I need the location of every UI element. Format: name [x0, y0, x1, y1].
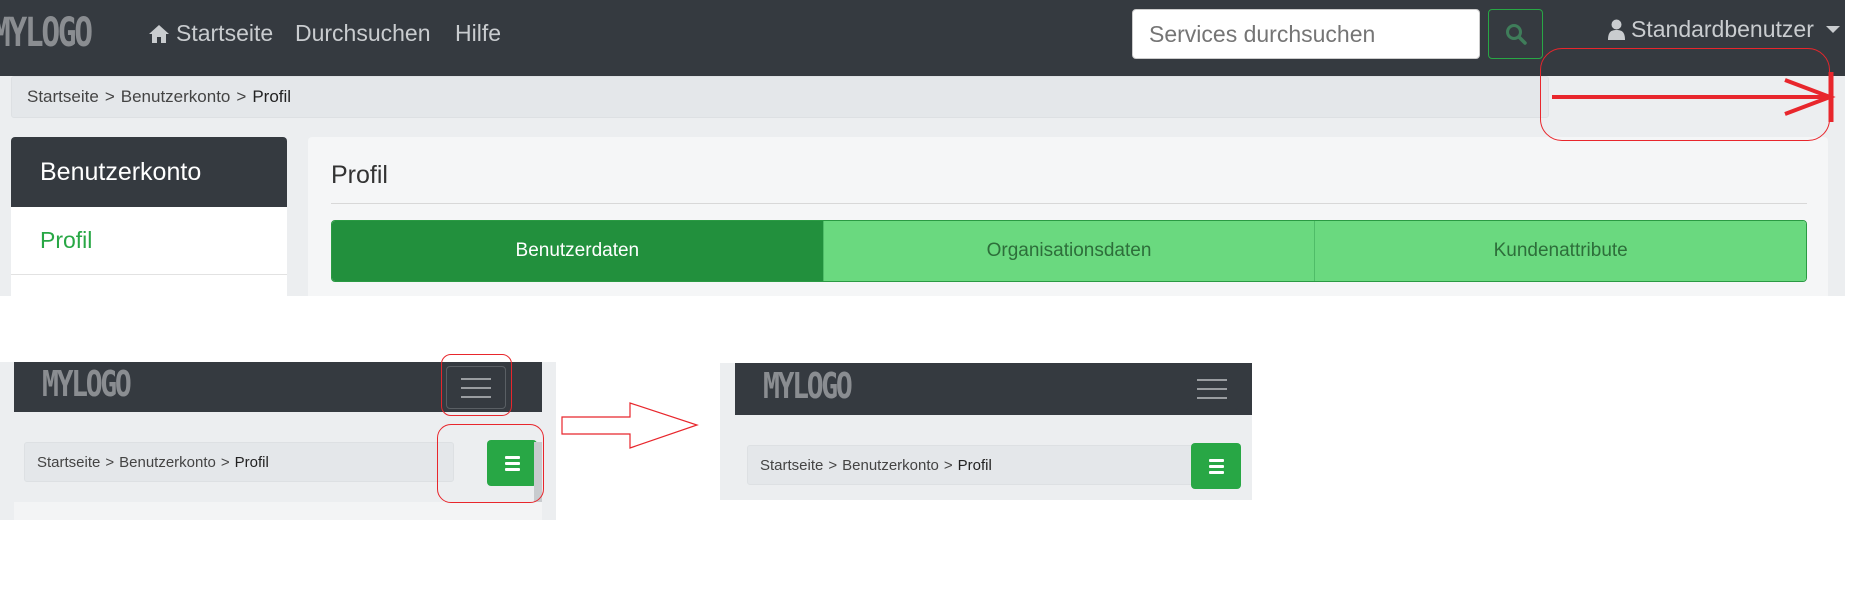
arrow-right-icon: [1552, 72, 1836, 122]
page-title: Profil: [331, 161, 388, 189]
profile-panel: Profil Benutzerdaten Organisationsdaten …: [308, 137, 1828, 296]
sidebar-toggle-button[interactable]: [1191, 443, 1241, 489]
nav-link-home[interactable]: Startseite: [148, 20, 273, 47]
tab-organisationsdaten[interactable]: Organisationsdaten: [822, 221, 1315, 281]
arrow-right-icon: [561, 402, 699, 449]
profile-tabs: Benutzerdaten Organisationsdaten Kundena…: [331, 220, 1807, 282]
sidebar-item-profil[interactable]: Profil: [11, 207, 287, 275]
breadcrumb-current: Profil: [957, 456, 992, 474]
breadcrumb-current: Profil: [234, 453, 269, 471]
breadcrumb-separator: >: [828, 456, 838, 474]
search-button[interactable]: [1488, 9, 1543, 59]
logo: MYLOGO: [42, 364, 132, 405]
title-divider: [331, 203, 1807, 204]
breadcrumb-account[interactable]: Benutzerkonto: [121, 87, 231, 107]
nav-link-home-label: Startseite: [176, 20, 274, 46]
search-input[interactable]: [1132, 9, 1480, 59]
breadcrumb-current: Profil: [252, 87, 292, 106]
user-menu[interactable]: Standardbenutzer: [1608, 14, 1840, 44]
breadcrumb: Startseite > Benutzerkonto > Profil: [24, 442, 454, 482]
breadcrumb-separator: >: [104, 87, 115, 106]
menu-icon: [1208, 458, 1224, 462]
menu-icon: [1197, 378, 1227, 381]
annotation-circle-green-button: [437, 424, 544, 503]
tab-kundenattribute[interactable]: Kundenattribute: [1314, 221, 1806, 281]
user-icon: [1608, 19, 1625, 40]
nav-link-help[interactable]: Hilfe: [455, 20, 501, 47]
sidebar: Benutzerkonto Profil: [11, 137, 287, 296]
user-menu-label: Standardbenutzer: [1631, 15, 1814, 42]
breadcrumb-account[interactable]: Benutzerkonto: [842, 457, 939, 474]
breadcrumb-separator: >: [105, 453, 115, 471]
home-icon: [149, 24, 169, 43]
logo: MYLOGO: [0, 10, 93, 56]
navbar-toggle-button[interactable]: [1185, 367, 1239, 410]
desktop-screenshot: MYLOGO Startseite Durchsuchen Hilfe Stan…: [0, 0, 1845, 296]
nav-link-browse[interactable]: Durchsuchen: [295, 20, 431, 47]
breadcrumb: Startseite > Benutzerkonto > Profil: [11, 76, 1549, 118]
mobile-screenshot-after: MYLOGO Startseite > Benutzerkonto > Prof…: [720, 363, 1252, 500]
annotation-circle-burger: [441, 354, 512, 416]
breadcrumb-home[interactable]: Startseite: [27, 87, 99, 107]
breadcrumb-separator: >: [943, 456, 953, 474]
chevron-down-icon: [1825, 25, 1840, 33]
breadcrumb-home[interactable]: Startseite: [37, 454, 100, 471]
logo: MYLOGO: [763, 366, 853, 407]
sidebar-title: Benutzerkonto: [11, 137, 287, 207]
breadcrumb-home[interactable]: Startseite: [760, 457, 823, 474]
breadcrumb-account[interactable]: Benutzerkonto: [119, 454, 216, 471]
breadcrumb-separator: >: [220, 453, 230, 471]
tab-benutzerdaten[interactable]: Benutzerdaten: [332, 221, 823, 281]
breadcrumb-separator: >: [236, 87, 247, 106]
breadcrumb: Startseite > Benutzerkonto > Profil: [747, 445, 1203, 485]
content-area: [14, 502, 542, 520]
mobile-navbar: MYLOGO: [735, 363, 1252, 415]
search-icon: [1505, 24, 1527, 45]
